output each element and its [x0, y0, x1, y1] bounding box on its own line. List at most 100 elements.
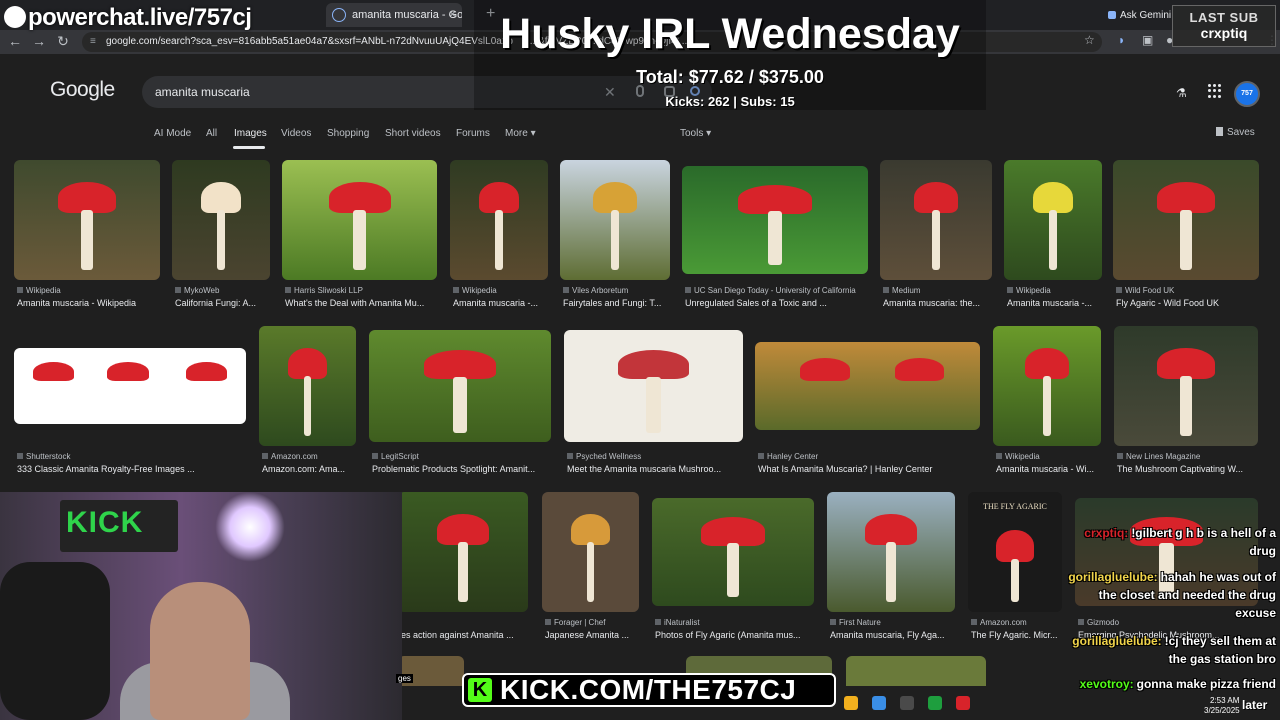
result-image[interactable]	[1004, 160, 1102, 280]
tab-forums[interactable]: Forums	[456, 128, 490, 139]
result-title[interactable]: Amanita muscaria - Wikipedia	[17, 298, 163, 308]
result-source[interactable]: Hanley Center	[758, 452, 983, 461]
result-image[interactable]	[542, 492, 639, 612]
site-favicon-icon	[545, 619, 551, 625]
tab-all[interactable]: All	[206, 128, 217, 139]
result-image[interactable]	[14, 348, 246, 424]
image-result-partial[interactable]	[846, 656, 986, 686]
result-title[interactable]: Amanita muscaria: the...	[883, 298, 995, 308]
result-image[interactable]	[1113, 160, 1259, 280]
result-title[interactable]: Amanita muscaria -...	[453, 298, 551, 308]
result-image[interactable]	[450, 160, 548, 280]
result-image[interactable]	[560, 160, 670, 280]
tab-ai-mode[interactable]: AI Mode	[154, 128, 191, 139]
overlay-brand-text: powerchat.live/757cj	[28, 4, 252, 31]
taskbar-app-icon[interactable]	[900, 696, 914, 710]
site-info-icon[interactable]: ≡	[90, 32, 96, 52]
result-image[interactable]	[282, 160, 437, 280]
google-logo[interactable]: Google	[50, 78, 115, 102]
result-image[interactable]	[14, 160, 160, 280]
result-image[interactable]	[755, 342, 980, 430]
account-avatar[interactable]: 757	[1234, 81, 1260, 107]
extension-icon[interactable]: ◗	[1118, 33, 1125, 47]
browser-tab-active[interactable]: amanita muscaria - Google Search ×	[326, 3, 462, 27]
result-source[interactable]: Shutterstock	[17, 452, 249, 461]
result-source[interactable]: Viles Arboretum	[563, 286, 673, 295]
result-image[interactable]	[827, 492, 955, 612]
result-source[interactable]: Wikipedia	[453, 286, 551, 295]
result-image[interactable]	[682, 166, 868, 274]
result-source[interactable]: First Nature	[830, 618, 958, 627]
tab-short-videos[interactable]: Short videos	[385, 128, 441, 139]
result-title[interactable]: Amazon.com: Ama...	[262, 464, 359, 474]
result-source[interactable]: Amazon.com	[971, 618, 1065, 627]
result-image[interactable]	[369, 330, 551, 442]
result-title[interactable]: es action against Amanita ...	[401, 630, 531, 640]
tab-images[interactable]: Images	[234, 128, 267, 139]
puzzle-icon[interactable]: ▣	[1142, 33, 1153, 47]
tab-more[interactable]: More ▾	[505, 128, 536, 139]
result-source[interactable]: Forager | Chef	[545, 618, 642, 627]
result-source[interactable]: LegitScript	[372, 452, 554, 461]
result-title[interactable]: Meet the Amanita muscaria Mushroo...	[567, 464, 746, 474]
saves-button[interactable]: Saves	[1216, 127, 1255, 138]
tab-shopping[interactable]: Shopping	[327, 128, 369, 139]
result-title[interactable]: Fly Agaric - Wild Food UK	[1116, 298, 1262, 308]
result-image[interactable]	[172, 160, 270, 280]
taskbar-time[interactable]: 2:53 AM	[1210, 696, 1239, 705]
result-source[interactable]: MykoWeb	[175, 286, 273, 295]
google-apps-icon[interactable]	[1208, 84, 1222, 98]
taskbar-app-icon[interactable]	[844, 696, 858, 710]
result-title[interactable]: The Fly Agaric. Micr...	[971, 630, 1065, 640]
xbox-icon[interactable]	[928, 696, 942, 710]
tab-videos[interactable]: Videos	[281, 128, 311, 139]
result-source[interactable]: Wikipedia	[17, 286, 163, 295]
last-sub-label: LAST SUB	[1189, 10, 1259, 25]
taskbar-app-icon[interactable]	[956, 696, 970, 710]
result-title[interactable]: Amanita muscaria -...	[1007, 298, 1105, 308]
result-source[interactable]: New Lines Magazine	[1117, 452, 1261, 461]
result-title[interactable]: Amanita muscaria, Fly Aga...	[830, 630, 958, 640]
close-tab-icon[interactable]: ×	[449, 7, 456, 21]
result-title[interactable]: Problematic Products Spotlight: Amanit..…	[372, 464, 554, 474]
result-image[interactable]	[398, 492, 528, 612]
result-source[interactable]: Wild Food UK	[1116, 286, 1262, 295]
result-title[interactable]: 333 Classic Amanita Royalty-Free Images …	[17, 464, 249, 474]
result-title[interactable]: What Is Amanita Muscaria? | Hanley Cente…	[758, 464, 983, 474]
labs-flask-icon[interactable]: ⚗	[1176, 86, 1187, 100]
result-image[interactable]	[652, 498, 814, 606]
back-icon[interactable]: ←	[6, 33, 24, 49]
result-image[interactable]	[993, 326, 1101, 446]
star-icon[interactable]: ☆	[1084, 33, 1095, 47]
lamp-glow	[215, 492, 285, 562]
result-title[interactable]: Japanese Amanita ...	[545, 630, 642, 640]
result-image[interactable]: THE FLY AGARIC	[968, 492, 1062, 612]
taskbar-date[interactable]: 3/25/2025	[1204, 706, 1240, 715]
result-image[interactable]	[564, 330, 743, 442]
result-source[interactable]: Medium	[883, 286, 995, 295]
taskbar-app-icon[interactable]	[872, 696, 886, 710]
result-title[interactable]: What's the Deal with Amanita Mu...	[285, 298, 440, 308]
forward-icon[interactable]: →	[30, 33, 48, 49]
result-image[interactable]	[1114, 326, 1258, 446]
result-source[interactable]: Wikipedia	[996, 452, 1104, 461]
site-favicon-icon	[996, 453, 1002, 459]
result-source[interactable]: Wikipedia	[1007, 286, 1105, 295]
result-source[interactable]: Harris Sliwoski LLP	[285, 286, 440, 295]
site-favicon-icon	[1117, 453, 1123, 459]
tools-button[interactable]: Tools ▾	[680, 128, 711, 139]
result-image[interactable]	[259, 326, 356, 446]
result-source[interactable]: Psyched Wellness	[567, 452, 746, 461]
result-title[interactable]: California Fungi: A...	[175, 298, 273, 308]
result-title[interactable]: Photos of Fly Agaric (Amanita mus...	[655, 630, 817, 640]
result-image[interactable]	[880, 160, 992, 280]
result-source[interactable]: UC San Diego Today - University of Calif…	[685, 286, 871, 295]
result-source[interactable]: Amazon.com	[262, 452, 359, 461]
result-title[interactable]: Amanita muscaria - Wi...	[996, 464, 1104, 474]
result-title[interactable]: The Mushroom Captivating W...	[1117, 464, 1261, 474]
result-title[interactable]: Fairytales and Fungi: T...	[563, 298, 673, 308]
reload-icon[interactable]: ↻	[54, 33, 72, 50]
ask-gemini-button[interactable]: Ask Gemini	[1108, 6, 1172, 24]
result-source[interactable]: iNaturalist	[655, 618, 817, 627]
result-title[interactable]: Unregulated Sales of a Toxic and ...	[685, 298, 871, 308]
